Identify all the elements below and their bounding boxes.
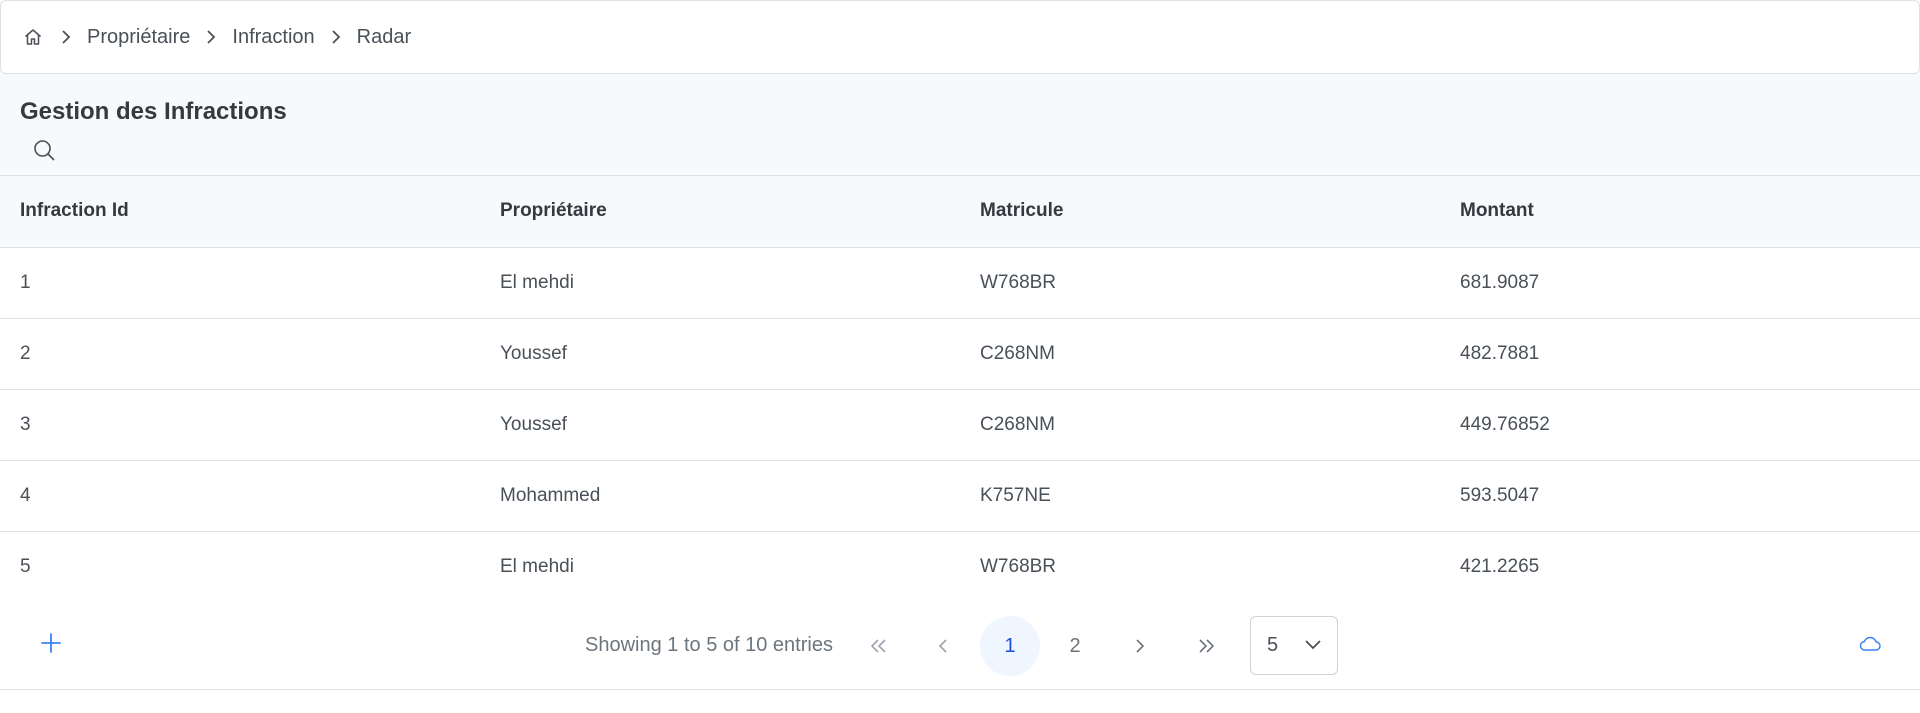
double-chevron-right-icon — [1196, 638, 1216, 654]
chevron-right-icon — [325, 25, 347, 49]
table-row[interactable]: 3 Youssef C268NM 449.76852 — [0, 389, 1920, 461]
chevron-left-icon — [936, 638, 950, 654]
cell-montant: 593.5047 — [1440, 460, 1920, 532]
chevron-right-icon — [200, 25, 222, 49]
page-button-1[interactable]: 1 — [980, 616, 1040, 676]
rows-per-page-value: 5 — [1267, 634, 1279, 656]
home-icon[interactable] — [21, 25, 45, 49]
column-header-montant[interactable]: Montant — [1440, 176, 1920, 248]
infractions-table: Infraction Id Propriétaire Matricule Mon… — [0, 176, 1920, 603]
cell-proprietaire: Mohammed — [480, 460, 960, 532]
plus-icon[interactable] — [36, 628, 66, 658]
table-row[interactable]: 5 El mehdi W768BR 421.2265 — [0, 531, 1920, 603]
column-header-proprietaire[interactable]: Propriétaire — [480, 176, 960, 248]
cell-matricule: W768BR — [960, 531, 1440, 603]
breadcrumb: Propriétaire Infraction Radar — [0, 0, 1920, 74]
table-row[interactable]: 4 Mohammed K757NE 593.5047 — [0, 460, 1920, 532]
cell-matricule: W768BR — [960, 247, 1440, 319]
table-header-row: Infraction Id Propriétaire Matricule Mon… — [0, 176, 1920, 248]
last-page-button[interactable] — [1176, 616, 1236, 676]
page-report: Showing 1 to 5 of 10 entries — [585, 634, 833, 656]
cloud-icon[interactable] — [1856, 630, 1884, 658]
chevron-down-icon — [1303, 635, 1323, 655]
cell-proprietaire: El mehdi — [480, 531, 960, 603]
rows-per-page-dropdown[interactable]: 5 — [1250, 616, 1338, 675]
table-row[interactable]: 1 El mehdi W768BR 681.9087 — [0, 247, 1920, 319]
cell-infraction-id: 2 — [0, 318, 480, 390]
column-header-matricule[interactable]: Matricule — [960, 176, 1440, 248]
chevron-right-icon — [1133, 638, 1147, 654]
first-page-button[interactable] — [849, 616, 909, 676]
table-row[interactable]: 2 Youssef C268NM 482.7881 — [0, 318, 1920, 390]
table-header-panel: Gestion des Infractions — [0, 74, 1920, 176]
breadcrumb-item-infraction[interactable]: Infraction — [232, 26, 314, 49]
cell-infraction-id: 1 — [0, 247, 480, 319]
page-title: Gestion des Infractions — [20, 98, 287, 125]
cell-matricule: K757NE — [960, 460, 1440, 532]
cell-infraction-id: 5 — [0, 531, 480, 603]
cell-proprietaire: Youssef — [480, 318, 960, 390]
breadcrumb-item-radar[interactable]: Radar — [357, 26, 411, 49]
cell-matricule: C268NM — [960, 318, 1440, 390]
cell-matricule: C268NM — [960, 389, 1440, 461]
column-header-infraction-id[interactable]: Infraction Id — [0, 176, 480, 248]
cell-infraction-id: 4 — [0, 460, 480, 532]
prev-page-button[interactable] — [913, 616, 973, 676]
search-icon[interactable] — [30, 136, 58, 164]
cell-proprietaire: Youssef — [480, 389, 960, 461]
cell-montant: 421.2265 — [1440, 531, 1920, 603]
page-button-2[interactable]: 2 — [1045, 616, 1105, 676]
cell-infraction-id: 3 — [0, 389, 480, 461]
double-chevron-left-icon — [869, 638, 889, 654]
cell-proprietaire: El mehdi — [480, 247, 960, 319]
cell-montant: 681.9087 — [1440, 247, 1920, 319]
next-page-button[interactable] — [1110, 616, 1170, 676]
breadcrumb-item-proprietaire[interactable]: Propriétaire — [87, 26, 190, 49]
cell-montant: 449.76852 — [1440, 389, 1920, 461]
cell-montant: 482.7881 — [1440, 318, 1920, 390]
paginator: Showing 1 to 5 of 10 entries 1 2 5 — [0, 602, 1920, 690]
chevron-right-icon — [55, 25, 77, 49]
